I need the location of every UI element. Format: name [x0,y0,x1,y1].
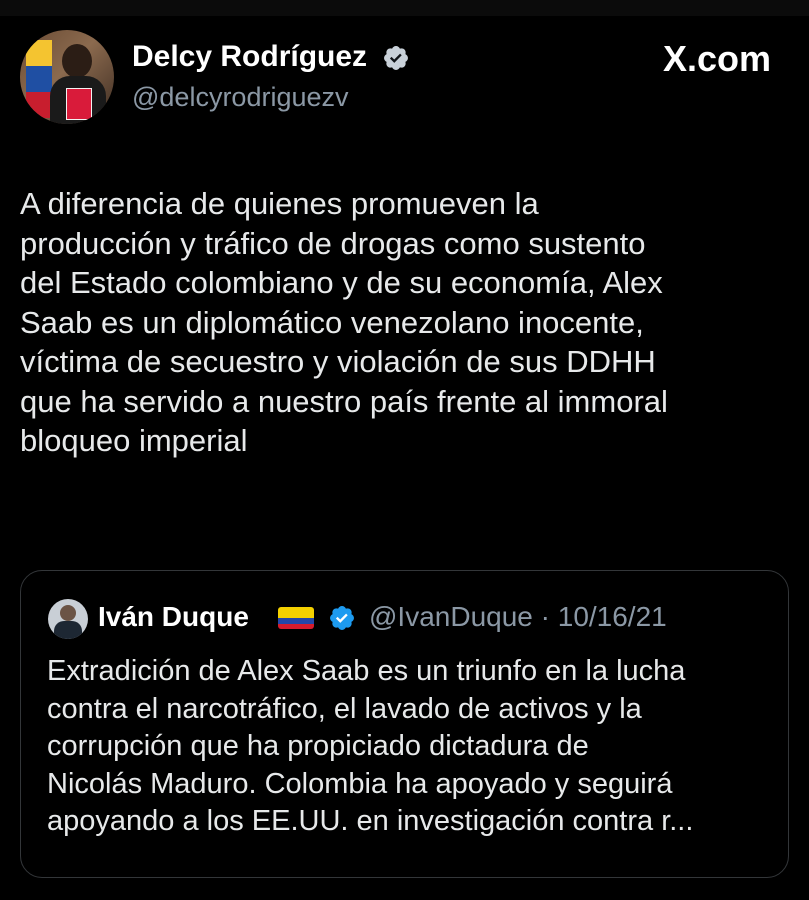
quoted-line: Extradición de Alex Saab es un triunfo e… [47,655,686,687]
author-name[interactable]: Delcy Rodríguez [132,40,367,74]
author-handle[interactable]: @delcyrodriguezv [132,82,349,113]
tweet-line: producción y tráfico de drogas como sust… [20,225,646,261]
tweet-line: que ha servido a nuestro país frente al … [20,383,668,419]
tweet-line: bloqueo imperial [20,423,248,458]
top-bar [0,0,809,16]
quoted-line: Nicolás Maduro. Colombia ha apoyado y se… [47,767,673,800]
verified-badge-icon [384,46,408,70]
quoted-line: corrupción que ha propiciado dictadura d… [47,730,589,763]
tweet-line: Saab es un diplomático venezolano inocen… [20,304,644,340]
author-avatar[interactable] [20,30,114,124]
avatar-person-head [62,44,92,78]
quoted-handle-date[interactable]: @IvanDuque · 10/16/21 [369,601,667,633]
x-logo: X.com [662,38,771,79]
quoted-line: contra el narcotráfico, el lavado de act… [47,692,642,725]
colombia-flag-icon [278,607,314,629]
quoted-author-name[interactable]: Iván Duque [98,601,249,633]
quoted-line: apoyando a los EE.UU. en investigación c… [47,805,694,838]
tweet-text: A diferencia de quienes promueven la pro… [20,184,790,461]
avatar-red-document [66,88,92,120]
quoted-tweet-text: Extradición de Alex Saab es un triunfo e… [47,653,767,841]
tweet-line: del Estado colombiano y de su economía, … [20,265,663,300]
verified-badge-icon [330,606,354,630]
tweet-line: víctima de secuestro y violación de sus … [20,344,656,379]
tweet-line: A diferencia de quienes promueven la [20,186,539,221]
quoted-author-avatar[interactable] [48,599,88,639]
quoted-tweet-card[interactable]: Iván Duque @IvanDuque · 10/16/21 Extradi… [20,570,789,878]
venezuela-flag-in-avatar [26,40,52,118]
